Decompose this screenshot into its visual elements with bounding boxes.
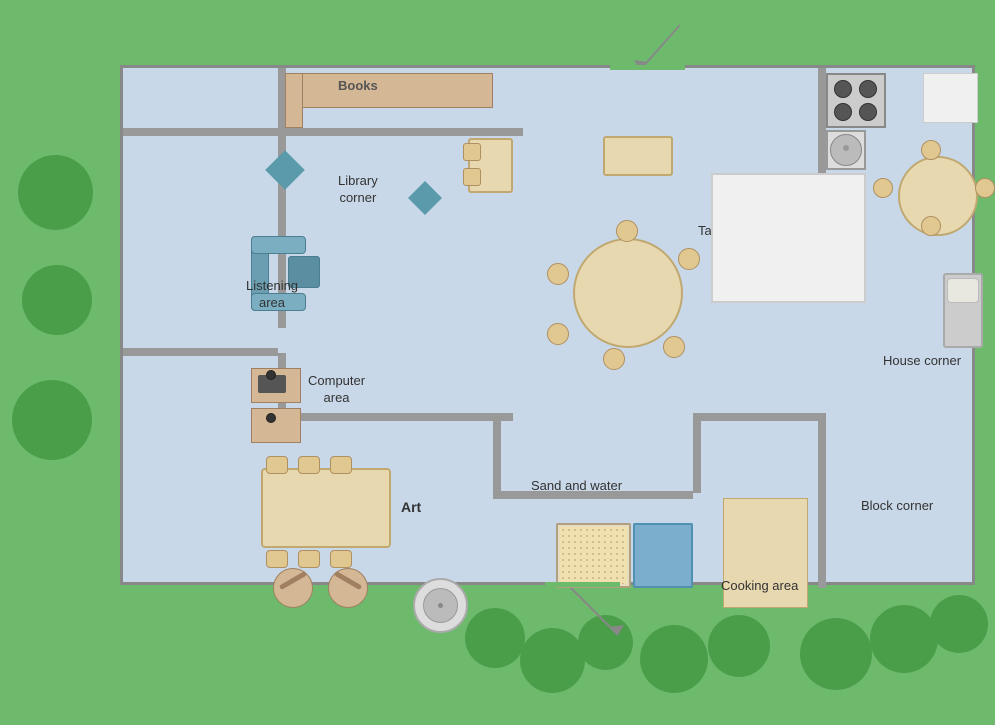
bookshelf xyxy=(298,73,493,108)
sofa-seat xyxy=(251,236,306,254)
tree-7 xyxy=(640,625,708,693)
pillow xyxy=(947,278,979,303)
wall-mid-right xyxy=(278,413,513,421)
tree-3 xyxy=(12,380,92,460)
sand-water-label: Sand and water xyxy=(531,478,622,495)
burner-3 xyxy=(834,103,852,121)
wall-top-h xyxy=(123,128,523,136)
tree-11 xyxy=(930,595,988,653)
dchair-1 xyxy=(921,140,941,160)
water-tray xyxy=(633,523,693,588)
sink-drain xyxy=(843,145,849,151)
art-chair-6 xyxy=(330,550,352,568)
library-corner-label: Librarycorner xyxy=(338,173,378,207)
small-chair-2 xyxy=(463,168,481,186)
wall-mid-left xyxy=(123,348,278,356)
burner-1 xyxy=(834,80,852,98)
tree-9 xyxy=(800,618,872,690)
ttoy-chair-2 xyxy=(678,248,700,270)
diamond-1 xyxy=(265,150,305,190)
tree-2 xyxy=(22,265,92,335)
computer-area-label: Computerarea xyxy=(308,373,365,407)
tree-8 xyxy=(708,615,770,677)
art-chair-1 xyxy=(266,456,288,474)
monitor-dot-2 xyxy=(266,413,276,423)
room-floor-plan: Books Librarycorner Listeningarea Comput… xyxy=(120,65,975,585)
house-corner-label: House corner xyxy=(883,353,961,370)
sand-inner xyxy=(560,527,627,584)
door-bottom-gap xyxy=(545,582,620,587)
art-chair-5 xyxy=(298,550,320,568)
art-chair-4 xyxy=(266,550,288,568)
diamond-2 xyxy=(408,181,442,215)
door-arrow-bottom xyxy=(548,580,648,640)
wall-sand-right xyxy=(693,413,701,493)
wall-block-top xyxy=(693,413,826,421)
ttoy-chair-4 xyxy=(603,348,625,370)
door-top-gap xyxy=(610,65,685,70)
art-chair-3 xyxy=(330,456,352,474)
desk-2 xyxy=(251,408,301,443)
bookshelf-vertical xyxy=(285,73,303,128)
tree-10 xyxy=(870,605,938,673)
burner-2 xyxy=(859,80,877,98)
counter xyxy=(711,173,866,303)
cooking-area-label: Cooking area xyxy=(721,578,798,595)
stove xyxy=(826,73,886,128)
dchair-4 xyxy=(873,178,893,198)
stool-1 xyxy=(273,568,313,608)
small-table-2 xyxy=(603,136,673,176)
wall-block-left xyxy=(818,413,826,588)
monitor-dot-1 xyxy=(266,370,276,380)
art-label: Art xyxy=(401,498,421,516)
table-toys-table xyxy=(573,238,683,348)
block-corner-label: Block corner xyxy=(861,498,933,515)
dchair-2 xyxy=(975,178,995,198)
ttoy-chair-3 xyxy=(663,336,685,358)
tree-1 xyxy=(18,155,93,230)
tree-4 xyxy=(465,608,525,668)
ttoy-chair-6 xyxy=(547,263,569,285)
ttoy-chair-5 xyxy=(547,323,569,345)
burner-4 xyxy=(859,103,877,121)
art-table xyxy=(261,468,391,548)
dchair-3 xyxy=(921,216,941,236)
small-chair-1 xyxy=(463,143,481,161)
round-object-center xyxy=(438,603,443,608)
wall-sand-left xyxy=(493,413,501,493)
ttoy-chair-1 xyxy=(616,220,638,242)
storage-unit xyxy=(923,73,978,123)
art-chair-2 xyxy=(298,456,320,474)
books-label: Books xyxy=(338,78,378,93)
listening-area-label: Listeningarea xyxy=(246,278,298,312)
